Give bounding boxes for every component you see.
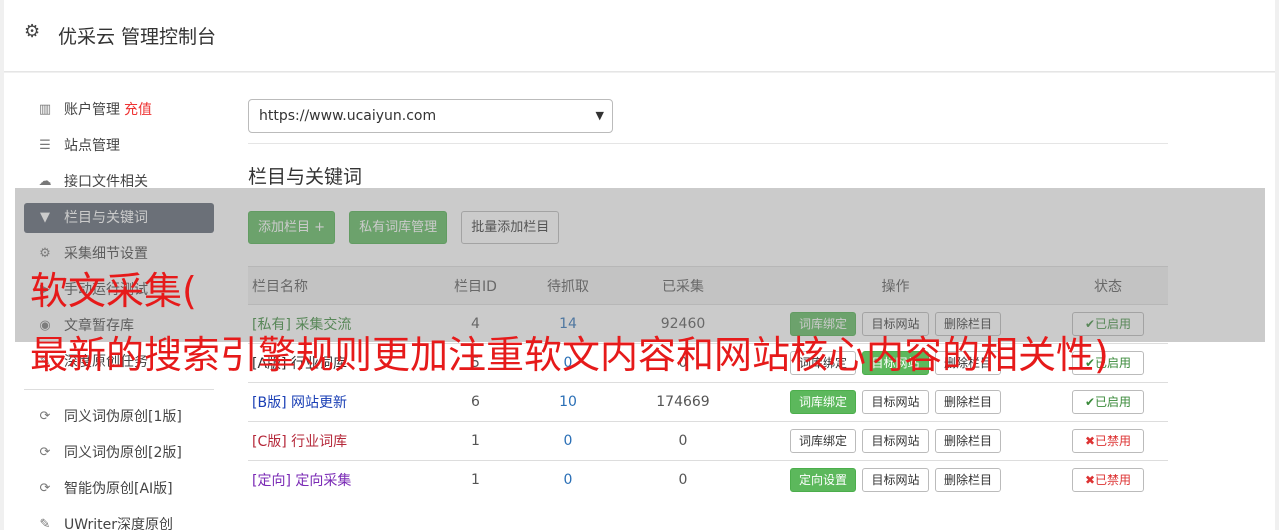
collected-count: 174669 [623,382,743,422]
refresh-icon: ⟳ [39,445,51,460]
target-site-button[interactable]: 目标网站 [862,390,929,414]
status-badge[interactable]: ✖已禁用 [1072,468,1144,493]
actions-cell: 定向设置 目标网站 删除栏目 [743,460,1048,500]
column-name-link[interactable]: [C版] 行业词库 [248,421,438,461]
actions-cell: 词库绑定 目标网站 删除栏目 [743,382,1048,422]
column-id: 6 [438,382,513,422]
sidebar-item-synonym-v1[interactable]: ⟳ 同义词伪原创[1版] [24,402,214,432]
sidebar-item-label: 账户管理 [64,102,120,118]
site-select[interactable]: https://www.ucaiyun.com ▼ [248,99,613,133]
status-badge[interactable]: ✖已禁用 [1072,429,1144,453]
pending-count[interactable]: 10 [513,382,623,422]
refresh-icon: ⟳ [39,481,51,496]
sidebar-item-synonym-v2[interactable]: ⟳ 同义词伪原创[2版] [24,438,214,468]
sidebar-divider [24,389,214,390]
target-site-button[interactable]: 目标网站 [862,429,929,453]
status-badge[interactable]: ✔已启用 [1072,390,1144,414]
sidebar-item-label: 同义词伪原创[2版] [64,445,182,461]
delete-column-button[interactable]: 删除栏目 [934,468,1001,493]
actions-cell: 词库绑定 目标网站 删除栏目 [743,421,1048,461]
lexicon-bind-button[interactable]: 词库绑定 [790,390,857,414]
edit-icon: ✎ [39,517,51,530]
table-row: [C版] 行业词库 1 0 0 词库绑定 目标网站 删除栏目 ✖已禁用 [248,421,1168,461]
server-icon: ☰ [39,138,51,153]
table-row: [B版] 网站更新 6 10 174669 词库绑定 目标网站 删除栏目 ✔已启用 [248,382,1168,422]
sidebar-item-label: 同义词伪原创[1版] [64,409,182,425]
column-id: 1 [438,421,513,461]
gear-icon[interactable]: ⚙ [24,22,44,42]
status-cell: ✔已启用 [1048,382,1168,422]
column-name-link[interactable]: [定向] 定向采集 [248,460,438,500]
gray-overlay-band [15,188,1265,342]
sidebar-item-label: 站点管理 [64,138,120,154]
sidebar-item-uwriter[interactable]: ✎ UWriter深度原创 [24,510,214,530]
sidebar-item-label: UWriter深度原创 [64,517,173,530]
delete-column-button[interactable]: 删除栏目 [934,390,1001,414]
status-cell: ✖已禁用 [1048,421,1168,461]
divider [248,143,1168,144]
bar-chart-icon: ▥ [38,102,52,117]
lexicon-bind-button[interactable]: 词库绑定 [790,429,857,453]
column-id: 1 [438,460,513,500]
sidebar-item-account[interactable]: ▥ 账户管理 充值 [24,95,214,125]
target-site-button[interactable]: 目标网站 [862,468,929,493]
section-title: 栏目与关键词 [248,166,363,188]
status-cell: ✖已禁用 [1048,460,1168,500]
pending-count[interactable]: 0 [513,421,623,461]
collected-count: 0 [623,460,743,500]
app-header: ⚙ 优采云 管理控制台 [4,0,1275,72]
refresh-icon: ⟳ [39,409,51,424]
pending-count[interactable]: 0 [513,460,623,500]
site-select-value: https://www.ucaiyun.com [259,108,437,124]
app-title: 优采云 管理控制台 [58,26,217,48]
chevron-down-icon: ▼ [595,109,604,122]
recharge-link[interactable]: 充值 [124,102,152,118]
delete-column-button[interactable]: 删除栏目 [934,429,1001,453]
table-row: [定向] 定向采集 1 0 0 定向设置 目标网站 删除栏目 ✖已禁用 [248,460,1168,500]
sidebar-item-ai-rewrite[interactable]: ⟳ 智能伪原创[AI版] [24,474,214,504]
column-name-link[interactable]: [B版] 网站更新 [248,382,438,422]
sidebar-item-sites[interactable]: ☰ 站点管理 [24,131,214,161]
overlay-caption-line1: 软文采集( [30,269,197,313]
sidebar-item-label: 智能伪原创[AI版] [64,481,173,497]
lexicon-bind-button[interactable]: 定向设置 [790,468,857,493]
overlay-caption-line2: 最新的搜索引擎规则更加注重软文内容和网站核心内容的相关性) [30,333,1109,377]
collected-count: 0 [623,421,743,461]
